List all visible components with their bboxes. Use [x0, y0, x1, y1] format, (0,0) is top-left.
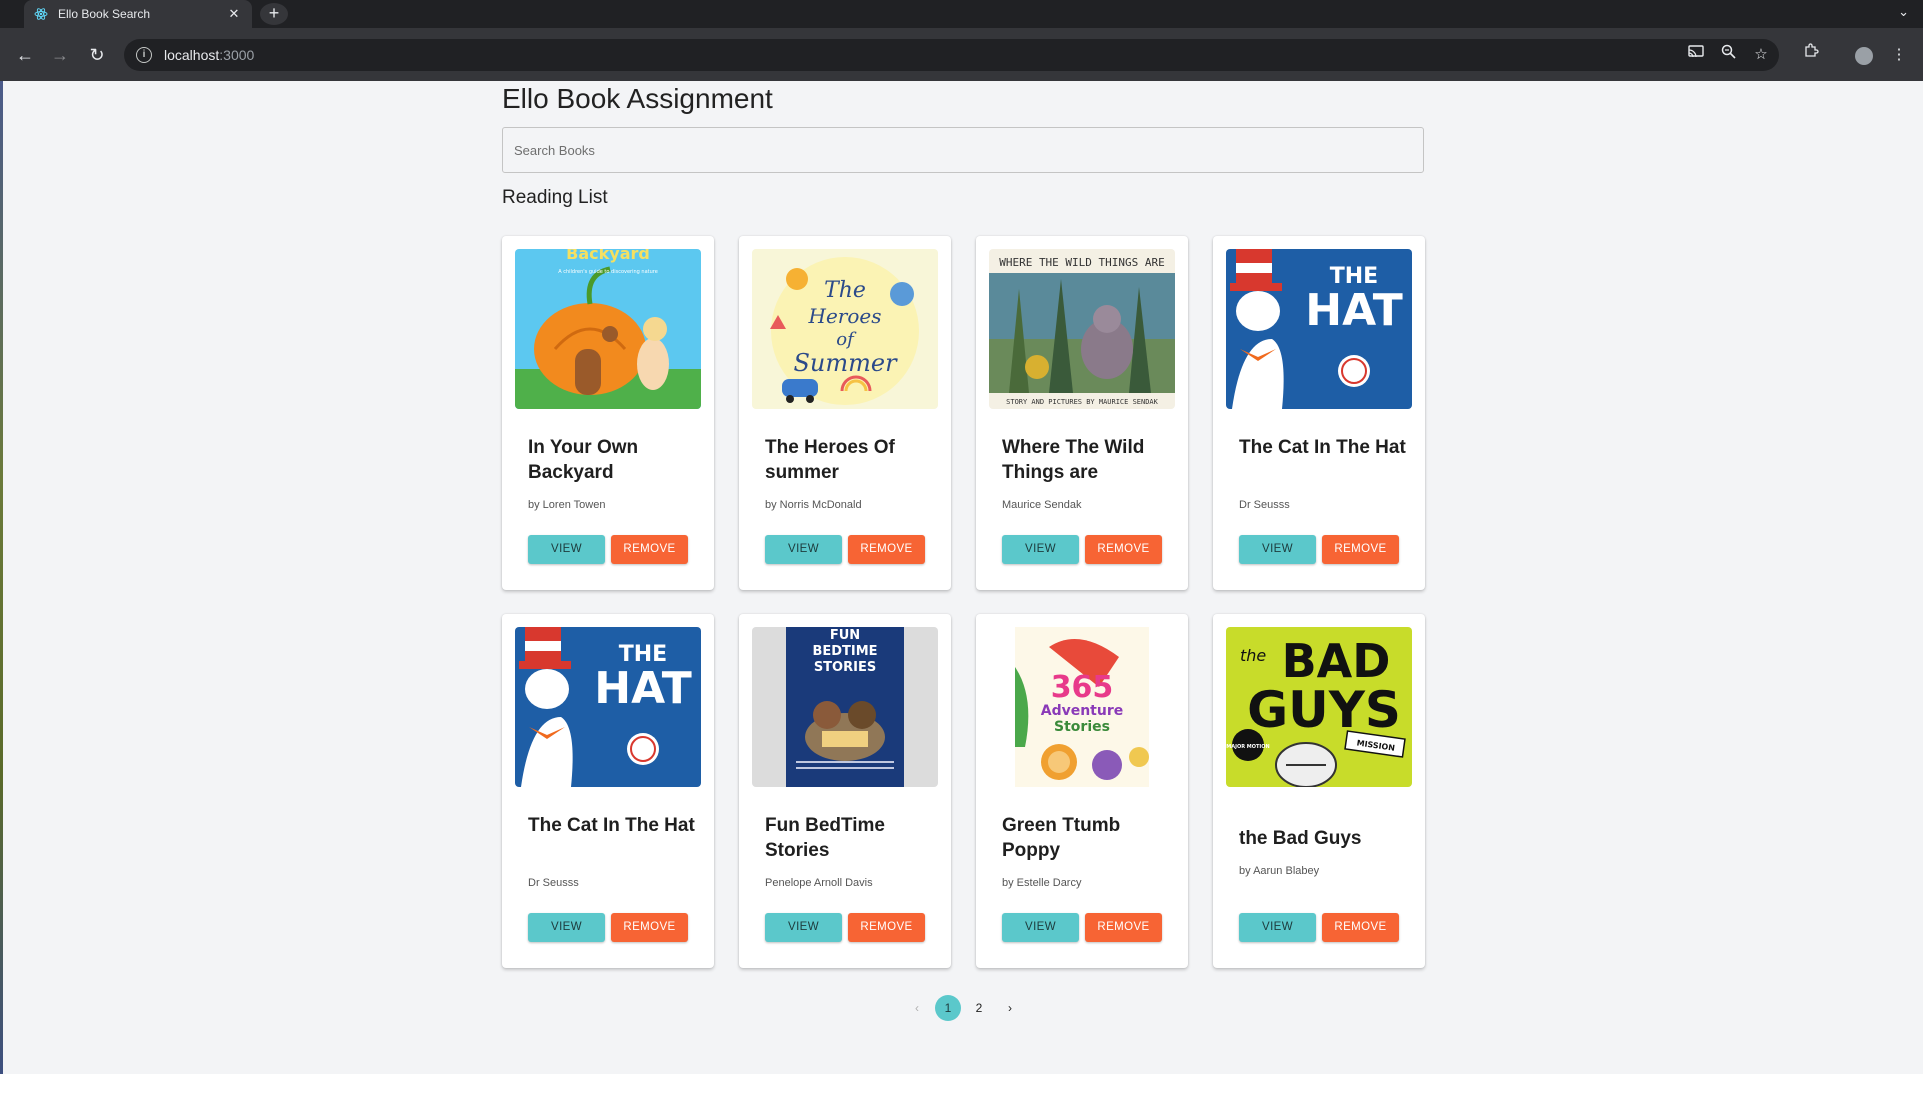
book-title: The Cat In The Hat [528, 815, 695, 836]
book-title: Green Ttumb Poppy [1002, 815, 1121, 861]
browser-tab[interactable]: Ello Book Search ✕ [24, 0, 252, 28]
book-title: The Cat In The Hat [1239, 437, 1406, 458]
heroes-of-summer-cover: The Heroes of Summer [752, 249, 938, 409]
book-author: Penelope Arnoll Davis [765, 877, 873, 889]
new-tab-button[interactable]: + [260, 3, 288, 25]
book-card: The Heroes of Summer The Heroes Of summe… [739, 236, 951, 590]
view-button[interactable]: VIEW [1239, 535, 1316, 564]
remove-button[interactable]: REMOVE [1085, 913, 1162, 942]
svg-text:Summer: Summer [793, 349, 898, 377]
pagination: ‹ 1 2 › [502, 993, 1424, 1021]
book-author: by Loren Towen [528, 499, 606, 511]
search-input[interactable] [502, 127, 1424, 173]
cat-in-hat-cover: THE HAT [515, 627, 701, 787]
bedtime-stories-cover: FUN BEDTIME STORIES [752, 627, 938, 787]
book-author: Maurice Sendak [1002, 499, 1082, 511]
book-card: WHERE THE WILD THINGS ARE STORY AND PICT… [976, 236, 1188, 590]
bookmark-star-icon[interactable]: ☆ [1747, 41, 1775, 69]
book-card: 365 Adventure Stories Green Ttumb Poppy … [976, 614, 1188, 968]
tab-close-icon[interactable]: ✕ [226, 6, 242, 22]
browser-tab-strip: Ello Book Search ✕ + ⌄ [0, 0, 1923, 28]
book-card: THE HAT The Cat In The Hat Dr Seusss VIE… [502, 614, 714, 968]
svg-text:Adventure: Adventure [1041, 703, 1124, 719]
book-card: FUN BEDTIME STORIES Fun BedTime Stories … [739, 614, 951, 968]
tab-title: Ello Book Search [58, 7, 151, 21]
book-author: by Aarun Blabey [1239, 865, 1320, 877]
page-button-2[interactable]: 2 [966, 995, 992, 1021]
wild-things-cover: WHERE THE WILD THINGS ARE STORY AND PICT… [989, 249, 1175, 409]
svg-text:STORIES: STORIES [814, 660, 876, 675]
book-author: Dr Seusss [528, 877, 579, 889]
forward-icon[interactable]: → [46, 41, 74, 69]
cast-icon[interactable] [1682, 41, 1710, 69]
remove-button[interactable]: REMOVE [1322, 913, 1399, 942]
svg-text:365: 365 [1051, 670, 1114, 705]
page-title: Ello Book Assignment [502, 83, 773, 114]
svg-text:STORY AND PICTURES BY MAURICE: STORY AND PICTURES BY MAURICE SENDAK [1006, 398, 1159, 406]
book-card: Backyard A children's guide to discoveri… [502, 236, 714, 590]
remove-button[interactable]: REMOVE [1322, 535, 1399, 564]
book-card: the BAD GUYS MAJOR MOTION MISSION the Ba… [1213, 614, 1425, 968]
kebab-menu-icon[interactable]: ⋮ [1885, 41, 1913, 69]
browser-toolbar: ← → ↻ i localhost :3000 ☆ ⋮ [0, 28, 1923, 81]
book-card: THE HAT The Cat In The Hat Dr Seusss VIE… [1213, 236, 1425, 590]
remove-button[interactable]: REMOVE [848, 535, 925, 564]
reading-list-heading: Reading List [502, 187, 608, 208]
svg-text:MAJOR MOTION: MAJOR MOTION [1226, 744, 1269, 750]
bad-guys-cover: the BAD GUYS MAJOR MOTION MISSION [1226, 627, 1412, 787]
profile-avatar[interactable] [1855, 47, 1873, 65]
svg-text:HAT: HAT [594, 663, 691, 714]
page-button-1[interactable]: 1 [935, 995, 961, 1021]
view-button[interactable]: VIEW [765, 535, 842, 564]
remove-button[interactable]: REMOVE [1085, 535, 1162, 564]
view-button[interactable]: VIEW [1002, 535, 1079, 564]
zoom-icon[interactable] [1714, 41, 1742, 69]
svg-text:FUN: FUN [830, 628, 860, 643]
svg-text:Backyard: Backyard [566, 249, 650, 263]
book-author: by Estelle Darcy [1002, 877, 1082, 889]
book-author: Dr Seusss [1239, 499, 1290, 511]
address-bar[interactable]: i localhost :3000 [124, 39, 1779, 71]
book-title: the Bad Guys [1239, 828, 1362, 849]
365-adventure-cover: 365 Adventure Stories [989, 627, 1175, 787]
prev-page-icon[interactable]: ‹ [904, 995, 930, 1021]
tab-search-chevron-icon[interactable]: ⌄ [1898, 4, 1909, 20]
back-icon[interactable]: ← [11, 41, 39, 69]
svg-text:GUYS: GUYS [1247, 681, 1401, 739]
cat-in-hat-cover: THE HAT [1226, 249, 1412, 409]
book-title: The Heroes Of summer [765, 437, 895, 483]
view-button[interactable]: VIEW [1239, 913, 1316, 942]
remove-button[interactable]: REMOVE [611, 913, 688, 942]
reload-icon[interactable]: ↻ [83, 41, 111, 69]
react-favicon-icon [34, 7, 48, 21]
book-title: Fun BedTime Stories [765, 815, 885, 861]
svg-text:BEDTIME: BEDTIME [812, 644, 877, 659]
page-viewport: Ello Book Assignment Reading List Backya… [3, 81, 1923, 1074]
book-title: Where The Wild Things are [1002, 437, 1145, 483]
book-author: by Norris McDonald [765, 499, 862, 511]
book-title: In Your Own Backyard [528, 437, 639, 483]
remove-button[interactable]: REMOVE [611, 535, 688, 564]
svg-text:Stories: Stories [1054, 719, 1110, 735]
svg-text:BAD: BAD [1282, 634, 1391, 688]
svg-text:the: the [1240, 646, 1266, 665]
svg-text:Heroes: Heroes [808, 304, 882, 328]
remove-button[interactable]: REMOVE [848, 913, 925, 942]
pumpkin-house-cover: Backyard A children's guide to discoveri… [515, 249, 701, 409]
site-info-icon[interactable]: i [136, 47, 152, 63]
url-host: localhost [164, 47, 220, 63]
view-button[interactable]: VIEW [528, 913, 605, 942]
svg-text:The: The [824, 278, 866, 303]
extensions-icon[interactable] [1797, 41, 1825, 69]
view-button[interactable]: VIEW [1002, 913, 1079, 942]
svg-text:WHERE THE WILD THINGS ARE: WHERE THE WILD THINGS ARE [999, 256, 1165, 269]
url-port: :3000 [219, 47, 255, 63]
svg-text:HAT: HAT [1305, 285, 1402, 336]
page-footer-area [3, 1074, 1923, 1105]
next-page-icon[interactable]: › [997, 995, 1023, 1021]
svg-text:A children's guide to discover: A children's guide to discovering nature [558, 269, 658, 275]
view-button[interactable]: VIEW [765, 913, 842, 942]
view-button[interactable]: VIEW [528, 535, 605, 564]
